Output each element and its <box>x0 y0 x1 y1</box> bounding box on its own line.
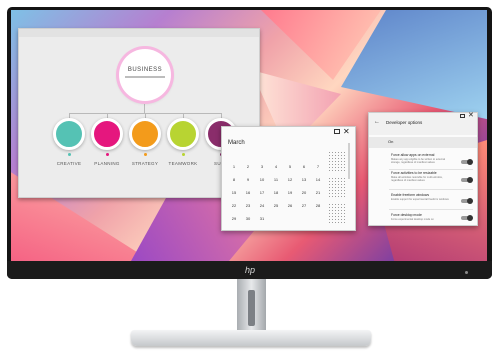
divider <box>389 209 473 210</box>
planning-dot <box>106 153 109 156</box>
master-toggle-row[interactable]: On <box>369 137 477 148</box>
calendar-day[interactable]: 16 <box>242 190 254 195</box>
toggle-knob <box>467 159 473 165</box>
calendar-window[interactable]: ✕ March 1 2 3 4 5 6 7 8 9 10 11 12 13 14 15 16 17 18 19 20 2… <box>221 126 356 231</box>
option-desc: Make all activities resizable for multi-… <box>391 176 443 183</box>
calendar-day[interactable]: 21 <box>312 190 324 195</box>
calendar-day[interactable]: 11 <box>270 177 282 182</box>
stand-base <box>131 330 371 346</box>
calendar-day[interactable]: 17 <box>256 190 268 195</box>
calendar-day[interactable]: 5 <box>284 164 296 169</box>
calendar-day[interactable]: 30 <box>242 216 254 221</box>
calendar-day[interactable]: 29 <box>228 216 240 221</box>
hub-subtitle-bar <box>125 76 165 78</box>
calendar-day[interactable]: 24 <box>256 203 268 208</box>
option-title: Force desktop mode <box>391 213 422 217</box>
back-arrow-icon[interactable]: ← <box>374 119 380 125</box>
developer-options-window[interactable]: ← Developer options ✕ On Force allow app… <box>368 112 478 226</box>
strategy-circle <box>129 118 161 150</box>
calendar-day[interactable]: 4 <box>270 164 282 169</box>
calendar-day[interactable]: 12 <box>284 177 296 182</box>
hub-title: BUSINESS <box>127 67 163 73</box>
option-title: Force activities to be resizable <box>391 171 437 175</box>
calendar-day[interactable]: 28 <box>312 203 324 208</box>
option-desc: Force experimental desktop mode on <box>391 218 434 221</box>
mini-calendar <box>328 177 345 198</box>
power-led[interactable] <box>465 271 468 274</box>
option-toggle[interactable] <box>461 198 473 204</box>
hp-logo: hp <box>244 265 255 275</box>
creative-dot <box>68 153 71 156</box>
calendar-day[interactable]: 23 <box>242 203 254 208</box>
window-mode-icon[interactable] <box>460 114 465 118</box>
toggle-knob <box>467 177 473 183</box>
calendar-day[interactable]: 14 <box>312 177 324 182</box>
option-desc: Makes any app eligible to be written to … <box>391 158 446 165</box>
mini-calendar <box>328 151 345 172</box>
calendar-day[interactable]: 13 <box>298 177 310 182</box>
option-title: Force allow apps on external <box>391 153 435 157</box>
teamwork-circle <box>167 118 199 150</box>
strategy-dot <box>144 153 147 156</box>
divider <box>389 169 473 170</box>
calendar-day[interactable]: 3 <box>256 164 268 169</box>
option-toggle[interactable] <box>461 177 473 183</box>
planning-circle <box>91 118 123 150</box>
calendar-day[interactable]: 20 <box>298 190 310 195</box>
calendar-scrollbar[interactable] <box>348 143 350 179</box>
option-desc: Enable support for experimental freeform… <box>391 198 449 201</box>
developer-title: Developer options <box>386 120 423 125</box>
calendar-day[interactable]: 27 <box>298 203 310 208</box>
calendar-day[interactable]: 15 <box>228 190 240 195</box>
calendar-day[interactable]: 31 <box>256 216 268 221</box>
calendar-day[interactable]: 6 <box>298 164 310 169</box>
toggle-knob <box>467 215 473 221</box>
toggle-knob <box>467 198 473 204</box>
calendar-day[interactable]: 26 <box>284 203 296 208</box>
option-title: Enable freeform windows <box>391 193 430 197</box>
calendar-day[interactable]: 10 <box>256 177 268 182</box>
calendar-day[interactable]: 25 <box>270 203 282 208</box>
calendar-day[interactable]: 18 <box>270 190 282 195</box>
creative-circle <box>53 118 85 150</box>
calendar-day[interactable]: 1 <box>228 164 240 169</box>
calendar-day[interactable]: 2 <box>242 164 254 169</box>
calendar-day[interactable]: 19 <box>284 190 296 195</box>
calendar-day[interactable]: 22 <box>228 203 240 208</box>
stand-cable-slot <box>248 290 255 326</box>
mini-calendar <box>328 203 345 224</box>
window-mode-icon[interactable] <box>334 129 340 134</box>
business-hub: BUSINESS <box>119 49 171 101</box>
master-toggle-label: On <box>388 139 394 144</box>
close-icon[interactable]: ✕ <box>468 112 474 119</box>
presentation-titlebar[interactable] <box>19 29 259 37</box>
calendar-day[interactable]: 7 <box>312 164 324 169</box>
divider <box>389 189 473 190</box>
teamwork-dot <box>182 153 185 156</box>
calendar-day[interactable]: 9 <box>242 177 254 182</box>
calendar-day[interactable]: 8 <box>228 177 240 182</box>
option-toggle[interactable] <box>461 215 473 221</box>
calendar-month: March <box>228 140 245 146</box>
close-icon[interactable]: ✕ <box>343 127 350 136</box>
option-toggle[interactable] <box>461 159 473 165</box>
